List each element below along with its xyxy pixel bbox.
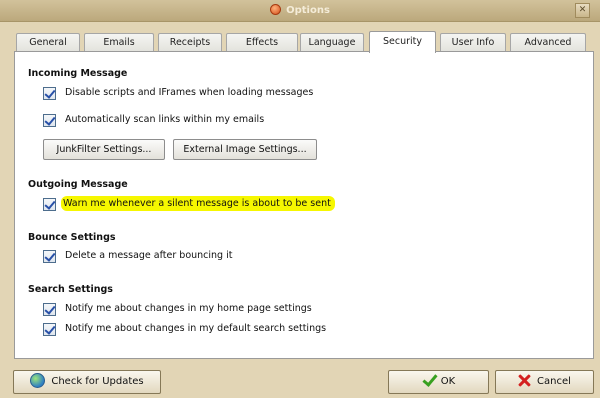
envelope-icon [270,4,282,15]
delete-after-bounce-label: Delete a message after bouncing it [65,250,233,261]
window-title-wrap: Options [0,4,600,16]
tab-language[interactable]: Language [300,33,364,52]
junkfilter-settings-button[interactable]: JunkFilter Settings... [43,139,165,160]
tab-user-info[interactable]: User Info [440,33,506,52]
notify-search-checkbox[interactable] [43,322,56,336]
ok-label: OK [440,376,456,387]
tab-bar: General Emails Receipts Effects Language… [14,31,594,53]
external-image-settings-button[interactable]: External Image Settings... [173,139,317,160]
outgoing-message-heading: Outgoing Message [28,179,128,190]
tab-general[interactable]: General [16,33,80,52]
scan-links-label: Automatically scan links within my email… [65,114,265,125]
bounce-settings-heading: Bounce Settings [28,232,116,243]
ok-button[interactable]: OK [388,370,489,394]
tab-emails[interactable]: Emails [84,33,154,52]
delete-after-bounce-checkbox[interactable] [43,249,56,263]
scan-links-checkbox[interactable] [43,113,56,127]
tab-effects[interactable]: Effects [226,33,298,52]
check-for-updates-label: Check for Updates [51,376,144,387]
incoming-message-heading: Incoming Message [28,68,128,79]
search-settings-heading: Search Settings [28,284,113,295]
window-title: Options [286,5,330,16]
disable-scripts-option[interactable]: Disable scripts and IFrames when loading… [43,86,313,100]
notify-home-option[interactable]: Notify me about changes in my home page … [43,302,312,316]
check-for-updates-button[interactable]: Check for Updates [13,370,161,394]
disable-scripts-checkbox[interactable] [43,86,56,100]
tab-advanced[interactable]: Advanced [510,33,586,52]
close-button[interactable]: ✕ [575,3,590,18]
security-panel: Incoming Message Disable scripts and IFr… [14,51,594,359]
cancel-label: Cancel [537,376,571,387]
delete-after-bounce-option[interactable]: Delete a message after bouncing it [43,249,232,263]
disable-scripts-label: Disable scripts and IFrames when loading… [65,87,314,98]
tab-security[interactable]: Security [369,31,436,53]
tab-receipts[interactable]: Receipts [158,33,222,52]
scan-links-option[interactable]: Automatically scan links within my email… [43,113,264,127]
notify-search-option[interactable]: Notify me about changes in my default se… [43,322,326,336]
checkmark-icon [422,374,436,386]
warn-silent-option[interactable]: Warn me whenever a silent message is abo… [43,196,335,211]
close-icon: ✕ [578,5,587,15]
title-bar: Options ✕ [0,0,600,22]
cancel-button[interactable]: Cancel [495,370,594,394]
notify-home-label: Notify me about changes in my home page … [65,303,312,314]
notify-home-checkbox[interactable] [43,302,56,316]
warn-silent-checkbox[interactable] [43,197,56,211]
globe-icon [30,373,46,388]
warn-silent-label: Warn me whenever a silent message is abo… [61,196,335,211]
notify-search-label: Notify me about changes in my default se… [65,323,327,334]
cross-icon [518,374,531,387]
